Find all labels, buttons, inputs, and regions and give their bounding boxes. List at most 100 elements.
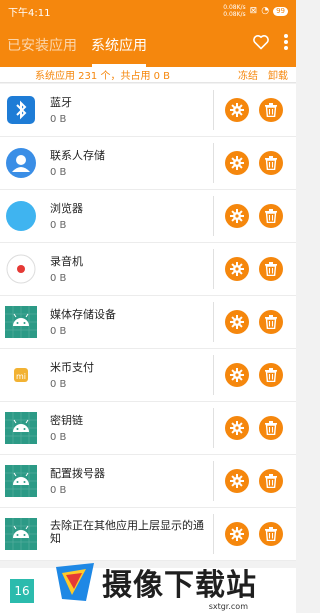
app-actions xyxy=(213,514,296,554)
contacts-icon xyxy=(5,147,37,179)
gear-icon xyxy=(230,209,244,223)
android-icon xyxy=(5,518,37,550)
uninstall-button[interactable] xyxy=(259,310,283,334)
gear-icon xyxy=(230,421,244,435)
app-size: 0 B xyxy=(50,219,67,231)
gear-icon xyxy=(230,315,244,329)
app-actions xyxy=(213,302,296,342)
uninstall-button[interactable] xyxy=(259,416,283,440)
app-info: 配置拨号器 0 B xyxy=(42,467,213,496)
watermark-url: sxtgr.com xyxy=(208,602,248,611)
app-size: 0 B xyxy=(50,325,67,337)
freeze-button[interactable] xyxy=(225,310,249,334)
app-bar: 已安装应用 系统应用 xyxy=(0,22,296,67)
freeze-button[interactable] xyxy=(225,204,249,228)
app-list-item[interactable]: 密钥链 0 B xyxy=(0,402,296,455)
app-name: 联系人存储 xyxy=(50,148,105,162)
gear-icon xyxy=(230,474,244,488)
android-icon xyxy=(5,306,37,338)
app-list-item[interactable]: 配置拨号器 0 B xyxy=(0,455,296,508)
app-name: 米币支付 xyxy=(50,360,94,374)
tab-installed-apps[interactable]: 已安装应用 xyxy=(0,22,84,67)
tab-system-apps[interactable]: 系统应用 xyxy=(84,22,154,67)
trash-icon xyxy=(265,315,277,329)
mi-pay-icon: mi xyxy=(5,359,37,391)
more-menu-icon[interactable] xyxy=(284,34,288,55)
watermark-logo-icon xyxy=(56,563,94,601)
app-icon-container: mi xyxy=(0,359,42,391)
app-actions xyxy=(213,355,296,395)
battery-indicator: 99 xyxy=(273,6,288,16)
trash-icon xyxy=(265,262,277,276)
trash-icon xyxy=(265,421,277,435)
app-actions xyxy=(213,249,296,289)
gear-icon xyxy=(230,368,244,382)
app-list-item[interactable]: 联系人存储 0 B xyxy=(0,137,296,190)
app-actions xyxy=(213,90,296,130)
app-list-item[interactable]: 录音机 0 B xyxy=(0,243,296,296)
freeze-button[interactable] xyxy=(225,98,249,122)
uninstall-button[interactable] xyxy=(259,469,283,493)
uninstall-button[interactable] xyxy=(259,363,283,387)
app-info: 联系人存储 0 B xyxy=(42,149,213,178)
speed-up: 0.08K/s xyxy=(223,4,246,11)
network-speed: 0.08K/s 0.08K/s xyxy=(223,4,245,18)
app-name: 密钥链 xyxy=(50,413,83,427)
app-size: 0 B xyxy=(50,272,67,284)
freeze-button[interactable] xyxy=(225,469,249,493)
trash-icon xyxy=(265,474,277,488)
uninstall-button[interactable] xyxy=(259,151,283,175)
svg-text:mi: mi xyxy=(16,372,26,381)
app-icon-container xyxy=(0,306,42,338)
bluetooth-icon xyxy=(5,94,37,126)
android-icon xyxy=(5,412,37,444)
app-list-item[interactable]: mi 米币支付 0 B xyxy=(0,349,296,402)
app-icon-container xyxy=(0,465,42,497)
status-time: 下午4:11 xyxy=(8,7,51,19)
app-info: 密钥链 0 B xyxy=(42,414,213,443)
freeze-button[interactable] xyxy=(225,416,249,440)
favorite-heart-icon[interactable] xyxy=(252,34,270,55)
freeze-column-header: 冻结 xyxy=(238,71,258,82)
freeze-button[interactable] xyxy=(225,522,249,546)
app-info: 录音机 0 B xyxy=(42,255,213,284)
app-list-item[interactable]: 蓝牙 0 B xyxy=(0,84,296,137)
app-size: 0 B xyxy=(50,484,67,496)
gear-icon xyxy=(230,527,244,541)
app-list: 蓝牙 0 B 联系人存储 0 B 浏览器 0 B 录音机 0 B 媒体存储设备 0 B mi 米币支付… xyxy=(0,84,296,561)
app-bar-actions xyxy=(252,22,288,67)
status-indicators: 0.08K/s 0.08K/s ⊠ ◔ 99 xyxy=(223,4,288,18)
uninstall-button[interactable] xyxy=(259,522,283,546)
gear-icon xyxy=(230,262,244,276)
uninstall-button[interactable] xyxy=(259,257,283,281)
android-icon xyxy=(5,465,37,497)
app-info: 米币支付 0 B xyxy=(42,361,213,390)
uninstall-button[interactable] xyxy=(259,204,283,228)
app-icon-container xyxy=(0,147,42,179)
watermark: 摄像下载站 sxtgr.com xyxy=(52,551,296,613)
trash-icon xyxy=(265,103,277,117)
app-name: 配置拨号器 xyxy=(50,466,105,480)
freeze-button[interactable] xyxy=(225,151,249,175)
app-list-item[interactable]: 浏览器 0 B xyxy=(0,190,296,243)
app-icon-container xyxy=(0,412,42,444)
app-info: 媒体存储设备 0 B xyxy=(42,308,213,337)
trash-icon xyxy=(265,209,277,223)
app-name: 蓝牙 xyxy=(50,95,72,109)
speed-down: 0.08K/s xyxy=(223,11,246,18)
trash-icon xyxy=(265,368,277,382)
freeze-button[interactable] xyxy=(225,363,249,387)
gear-icon xyxy=(230,103,244,117)
app-list-item[interactable]: 媒体存储设备 0 B xyxy=(0,296,296,349)
wifi-icon: ◔ xyxy=(261,6,270,16)
app-actions xyxy=(213,196,296,236)
app-name: 去除正在其他应用上层显示的通知 xyxy=(50,518,204,545)
app-size: 0 B xyxy=(50,378,67,390)
watermark-text: 摄像下载站 xyxy=(102,568,257,603)
uninstall-button[interactable] xyxy=(259,98,283,122)
freeze-button[interactable] xyxy=(225,257,249,281)
app-name: 媒体存储设备 xyxy=(50,307,116,321)
summary-bar: 系统应用 231 个，共占用 0 B 冻结 卸载 xyxy=(0,67,296,83)
sim-icon: ⊠ xyxy=(249,6,258,16)
app-actions xyxy=(213,143,296,183)
